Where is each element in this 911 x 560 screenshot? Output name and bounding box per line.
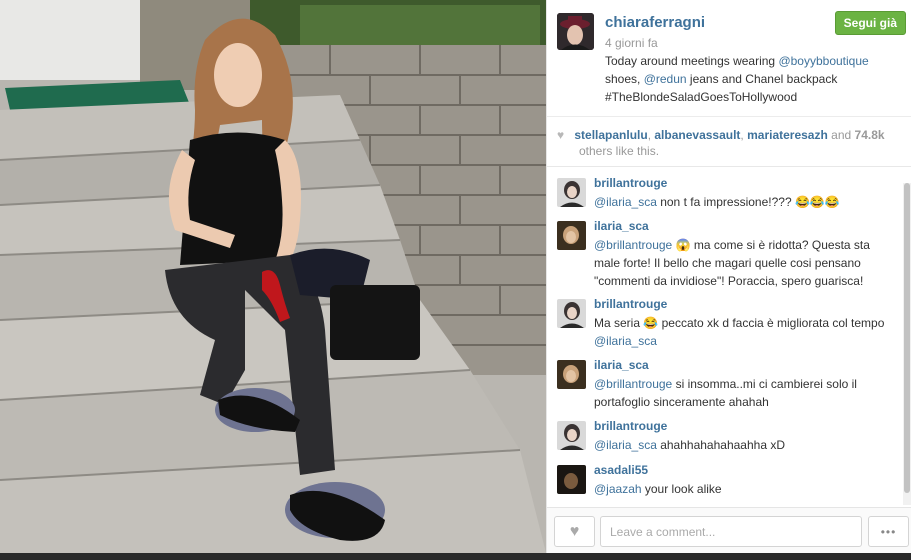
- comment-mention[interactable]: @brillantrouge: [594, 238, 672, 252]
- likes-count[interactable]: 74.8k: [855, 128, 885, 142]
- comment-avatar[interactable]: [557, 299, 586, 328]
- post-photo: [0, 0, 546, 553]
- comment-text: Ma seria 😂 peccato xk d faccia è miglior…: [594, 314, 894, 350]
- post-modal: chiaraferragni 4 giorni fa Segui già Tod…: [0, 0, 911, 553]
- comment-avatar[interactable]: [557, 465, 586, 494]
- scrollbar-thumb[interactable]: [904, 183, 910, 493]
- comment-avatar[interactable]: [557, 178, 586, 207]
- comment-mention[interactable]: @brillantrouge: [594, 377, 672, 391]
- more-options-button[interactable]: •••: [868, 516, 909, 547]
- comment-avatar-image: [557, 360, 586, 389]
- comment-avatar-image: [557, 421, 586, 450]
- post-username[interactable]: chiaraferragni: [605, 14, 705, 31]
- likes-summary: ♥ stellapanlulu, albanevassault, mariate…: [557, 127, 902, 159]
- like-button[interactable]: ♥: [554, 516, 595, 547]
- divider: [547, 166, 911, 167]
- comment-avatar[interactable]: [557, 221, 586, 250]
- comment-body: ahahhahahahaahha xD: [656, 438, 785, 452]
- background-strip: [0, 553, 911, 560]
- comment-avatar-image: [557, 465, 586, 494]
- avatar-image: [557, 13, 594, 50]
- comment-text: @brillantrouge si insomma..mi ci cambier…: [594, 375, 894, 411]
- comment-text: @jaazah your look alike: [594, 480, 894, 498]
- comment-text: @ilaria_sca ahahhahahahaahha xD: [594, 436, 894, 454]
- liker-name[interactable]: stellapanlulu: [574, 128, 647, 142]
- likes-and: and: [831, 128, 852, 142]
- post-caption: Today around meetings wearing @boyybbout…: [605, 52, 895, 106]
- caption-hashtag[interactable]: #TheBlondeSaladGoesToHollywood: [605, 90, 797, 104]
- comment-bar: ♥ •••: [547, 507, 911, 553]
- comment-mention[interactable]: @ilaria_sca: [594, 334, 657, 348]
- caption-text: jeans and Chanel backpack: [686, 72, 838, 86]
- comment-username[interactable]: brillantrouge: [594, 176, 667, 190]
- comment-username[interactable]: ilaria_sca: [594, 358, 649, 372]
- comment-list: brillantrouge @ilaria_sca non t fa impre…: [547, 168, 911, 506]
- comment-avatar[interactable]: [557, 360, 586, 389]
- ellipsis-icon: •••: [880, 524, 897, 539]
- post-time: 4 giorni fa: [605, 36, 658, 50]
- caption-text: shoes,: [605, 72, 644, 86]
- comment-text: @brillantrouge 😱 ma come si è ridotta? Q…: [594, 236, 894, 290]
- comment-username[interactable]: brillantrouge: [594, 297, 667, 311]
- comment-body: non t fa impressione!??? 😂😂😂: [656, 195, 840, 209]
- comment-username[interactable]: brillantrouge: [594, 419, 667, 433]
- comment-username[interactable]: ilaria_sca: [594, 219, 649, 233]
- likes-rest: others like this.: [579, 144, 660, 158]
- comment-input[interactable]: [600, 516, 862, 547]
- comment-mention[interactable]: @ilaria_sca: [594, 438, 657, 452]
- post-side-panel: chiaraferragni 4 giorni fa Segui già Tod…: [546, 0, 911, 553]
- comment-body: Ma seria 😂 peccato xk d faccia è miglior…: [594, 316, 885, 330]
- comments-scrollbar[interactable]: [903, 183, 911, 505]
- comment-text: @ilaria_sca non t fa impressione!??? 😂😂😂: [594, 193, 894, 211]
- comment-username[interactable]: asadali55: [594, 463, 648, 477]
- caption-text: Today around meetings wearing: [605, 54, 779, 68]
- liker-name[interactable]: mariateresazh: [747, 128, 828, 142]
- post-header: chiaraferragni 4 giorni fa Segui già Tod…: [547, 0, 911, 117]
- heart-icon: ♥: [557, 128, 565, 142]
- comment-avatar-image: [557, 299, 586, 328]
- comment-avatar-image: [557, 221, 586, 250]
- comment-avatar[interactable]: [557, 421, 586, 450]
- caption-mention[interactable]: @redun: [644, 72, 687, 86]
- follow-button[interactable]: Segui già: [834, 11, 906, 35]
- heart-icon: ♥: [569, 522, 580, 540]
- avatar[interactable]: [557, 13, 594, 50]
- comment-avatar-image: [557, 178, 586, 207]
- comment-mention[interactable]: @jaazah: [594, 482, 642, 496]
- comment-body: your look alike: [641, 482, 722, 496]
- comment-mention[interactable]: @ilaria_sca: [594, 195, 657, 209]
- photo-illustration: [0, 0, 546, 553]
- caption-mention[interactable]: @boyybboutique: [778, 54, 868, 68]
- liker-name[interactable]: albanevassault: [654, 128, 740, 142]
